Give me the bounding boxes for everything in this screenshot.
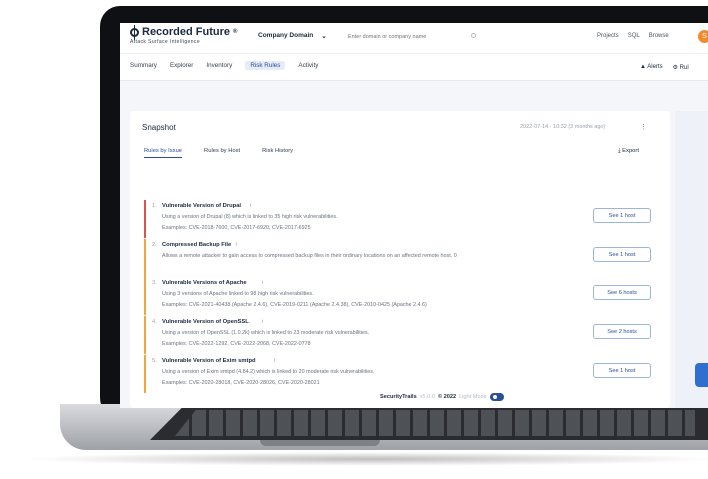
issue-number: 1. (152, 203, 157, 209)
brand-subtitle: Attack Surface Intelligence (130, 39, 200, 45)
footer-copyright: © 2022 (437, 394, 457, 400)
brand-registered-mark: ® (233, 29, 238, 35)
top-links: Projects SQL Browse (597, 33, 669, 39)
browse-link[interactable]: Browse (649, 33, 669, 39)
issue-description: Using 3 versions of Apache linked to 98 … (162, 291, 314, 297)
issue-row: 4. Vulnerable Version of OpenSSL i Using a … (144, 316, 660, 354)
tab-inventory[interactable]: Inventory (206, 62, 232, 70)
nav-actions: ▲ Alerts ⚙ Rul (640, 64, 689, 71)
recorded-future-logo-icon (130, 24, 139, 40)
severity-bar (144, 200, 146, 238)
export-button[interactable]: ⤓ Export (618, 148, 639, 155)
avatar[interactable]: S (698, 30, 708, 43)
brand-name: Recorded Future (142, 26, 231, 38)
issue-number: 3. (152, 280, 157, 286)
tab-summary[interactable]: Summary (130, 62, 157, 70)
issue-row: 1. Vulnerable Version of Drupal i Using a v… (144, 200, 660, 238)
laptop-keyboard (175, 410, 695, 436)
footer: SecurityTrails v5.0.0 © 2022 Light Mode (380, 393, 504, 401)
issue-row: 2. Compressed Backup File i Allows a remote… (144, 239, 660, 277)
nav-bar: Summary Explorer Inventory Risk Rules Ac… (120, 53, 708, 81)
issue-number: 2. (152, 242, 157, 248)
issue-examples: Examples: CVE-2022-1292, CVE-2022-2068, … (162, 341, 311, 347)
issue-row: 3. Vulnerable Versions of Apache i Using 3 … (144, 277, 660, 315)
search-icon[interactable] (471, 33, 476, 38)
search-input[interactable] (348, 30, 488, 43)
info-icon[interactable]: i (262, 319, 263, 325)
issue-number: 5. (152, 358, 157, 364)
issue-title[interactable]: Vulnerable Version of Exim smtpd (162, 358, 256, 364)
issue-description: Using a version of OpenSSL (1.0.2k) whic… (162, 330, 370, 336)
nav-tabs: Summary Explorer Inventory Risk Rules Ac… (130, 61, 318, 70)
see-hosts-button[interactable]: See 2 hosts (593, 324, 651, 339)
issue-description: Using a version of Exim smtpd (4.84.2) w… (162, 369, 375, 375)
see-hosts-button[interactable]: See 1 host (593, 208, 651, 223)
tab-rules-by-issue[interactable]: Rules by Issue (144, 148, 183, 158)
issue-title[interactable]: Compressed Backup File (162, 242, 231, 248)
laptop-shadow (20, 452, 708, 466)
tab-activity[interactable]: Activity (298, 62, 318, 70)
severity-bar (144, 355, 146, 393)
severity-bar (144, 316, 146, 354)
snapshot-tabs: Rules by Issue Rules by Host Risk Histor… (144, 148, 293, 158)
search-type-select[interactable]: Company Domain ⌄ (258, 32, 327, 40)
light-mode-toggle[interactable] (489, 393, 504, 401)
rules-button[interactable]: ⚙ Rul (673, 64, 689, 71)
issue-title[interactable]: Vulnerable Version of Drupal (162, 203, 241, 209)
chevron-down-icon: ⌄ (321, 33, 327, 40)
see-hosts-button[interactable]: See 1 host (593, 247, 651, 262)
issue-examples: Examples: CVE-2020-28018, CVE-2020-28026… (162, 380, 320, 386)
sql-link[interactable]: SQL (628, 33, 640, 39)
see-hosts-button[interactable]: See 6 hosts (593, 285, 651, 300)
tab-risk-rules[interactable]: Risk Rules (245, 61, 286, 70)
issue-description: Allows a remote attacker to gain access … (162, 253, 457, 259)
issue-examples: Examples: CVE-2021-40438 (Apache 2.4.6),… (162, 302, 427, 308)
info-icon[interactable]: i (274, 358, 275, 364)
tab-risk-history[interactable]: Risk History (262, 148, 293, 158)
more-options-icon[interactable]: ⋮ (640, 123, 647, 131)
issue-examples: Examples: CVE-2018-7600, CVE-2017-6920, … (162, 225, 311, 231)
see-hosts-button[interactable]: See 1 host (593, 363, 651, 378)
search-type-value: Company Domain (258, 32, 314, 39)
laptop-lip (260, 440, 380, 446)
alerts-button[interactable]: ▲ Alerts (640, 64, 663, 71)
stage: n n Recorded Future® Attack Surface Inte… (0, 0, 708, 479)
projects-link[interactable]: Projects (597, 33, 619, 39)
info-icon[interactable]: i (250, 203, 251, 209)
issue-description: Using a version of Drupal (8) which is l… (162, 214, 338, 220)
snapshot-title: Snapshot (142, 123, 176, 132)
issue-number: 4. (152, 319, 157, 325)
snapshot-timestamp: 2022-07-14 · 10:32 (3 months ago) (520, 124, 606, 130)
severity-bar (144, 239, 146, 277)
issue-row: 5. Vulnerable Version of Exim smtpd i Using… (144, 355, 660, 393)
tab-explorer[interactable]: Explorer (170, 62, 193, 70)
top-bar: Recorded Future ® Attack Surface Intellig… (120, 23, 708, 53)
info-icon[interactable]: i (262, 280, 263, 286)
tab-rules-by-host[interactable]: Rules by Host (204, 148, 240, 158)
brand-logo[interactable]: Recorded Future ® Attack Surface Intellig… (130, 24, 238, 45)
footer-mode-label: Light Mode (459, 394, 487, 400)
severity-bar (144, 277, 146, 315)
issue-title[interactable]: Vulnerable Versions of Apache (162, 280, 247, 286)
info-icon[interactable]: i (236, 242, 237, 248)
snapshot-card: Snapshot 2022-07-14 · 10:32 (3 months ag… (130, 111, 670, 408)
issue-title[interactable]: Vulnerable Version of OpenSSL (162, 319, 249, 325)
app-screen: Recorded Future ® Attack Surface Intellig… (120, 23, 708, 408)
footer-version: v5.0.0 (419, 394, 435, 400)
chat-button[interactable] (695, 363, 708, 387)
footer-brand: SecurityTrails (380, 394, 417, 400)
